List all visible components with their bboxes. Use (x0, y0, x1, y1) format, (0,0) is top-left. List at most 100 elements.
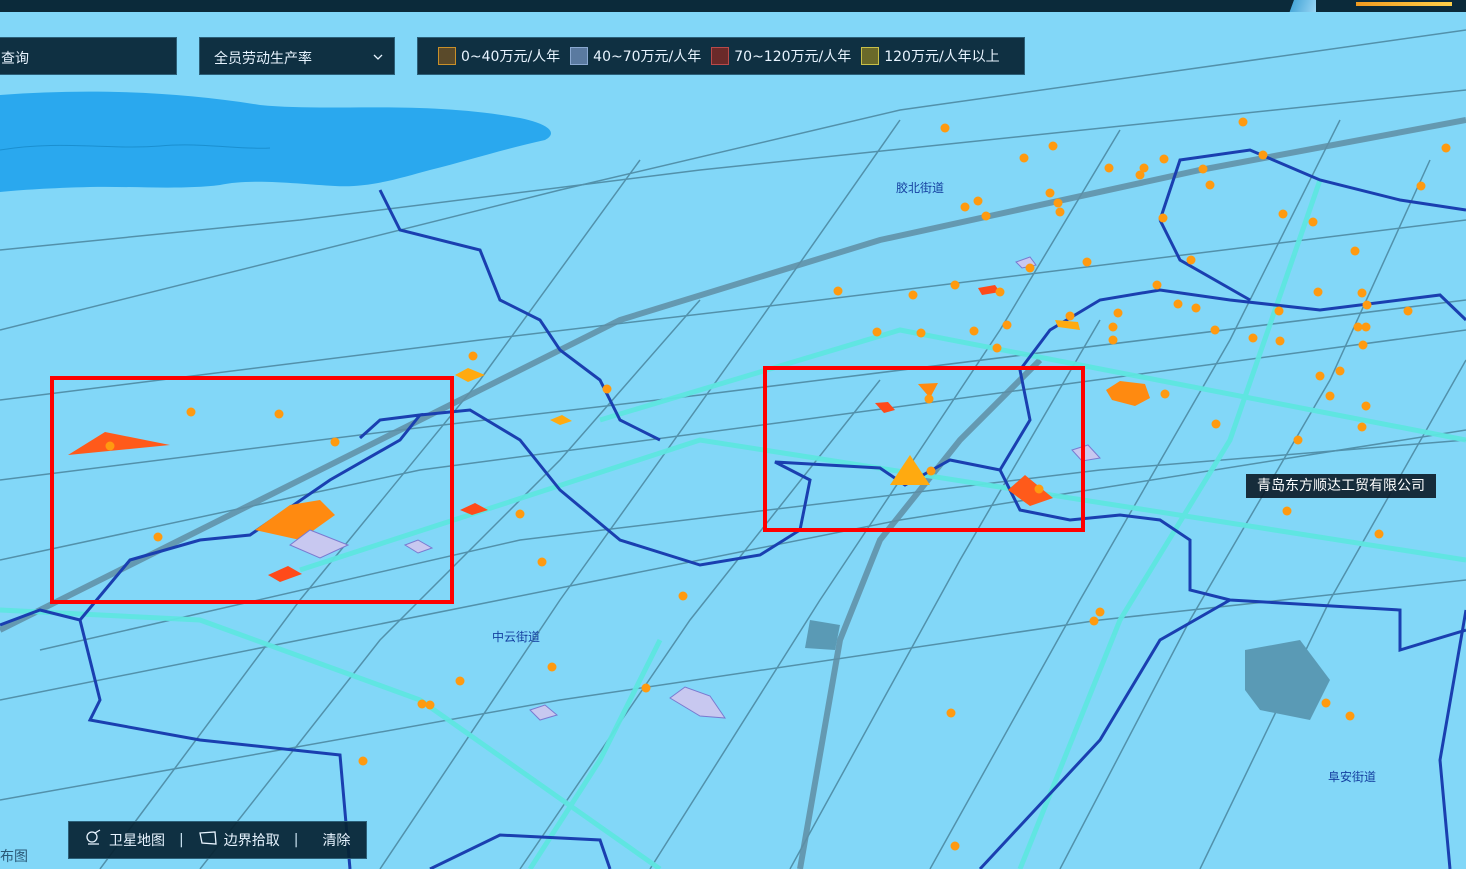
enterprise-point[interactable] (1210, 325, 1220, 335)
enterprise-point[interactable] (455, 676, 465, 686)
enterprise-point[interactable] (425, 700, 435, 710)
enterprise-point[interactable] (1055, 207, 1065, 217)
enterprise-point[interactable] (1104, 163, 1114, 173)
enterprise-point[interactable] (1095, 607, 1105, 617)
enterprise-point[interactable] (924, 394, 934, 404)
enterprise-point[interactable] (1045, 188, 1055, 198)
enterprise-point[interactable] (1160, 389, 1170, 399)
enterprise-point[interactable] (153, 532, 163, 542)
legend-label: 120万元/人年以上 (884, 49, 1000, 65)
enterprise-point[interactable] (678, 591, 688, 601)
satellite-map-button[interactable]: 卫星地图 (85, 829, 165, 851)
enterprise-point[interactable] (1048, 141, 1058, 151)
enterprise-point[interactable] (1034, 484, 1044, 494)
enterprise-point[interactable] (1108, 335, 1118, 345)
enterprise-point[interactable] (1089, 616, 1099, 626)
enterprise-point[interactable] (1025, 263, 1035, 273)
enterprise-point[interactable] (1205, 180, 1215, 190)
enterprise-point[interactable] (1019, 153, 1029, 163)
enterprise-point[interactable] (1357, 288, 1367, 298)
enterprise-point[interactable] (1274, 306, 1284, 316)
enterprise-point[interactable] (1082, 257, 1092, 267)
enterprise-point[interactable] (1325, 391, 1335, 401)
enterprise-point[interactable] (1108, 322, 1118, 332)
enterprise-point[interactable] (1258, 150, 1268, 160)
enterprise-point[interactable] (1053, 198, 1063, 208)
company-popup[interactable]: 青岛东方顺达工贸有限公司 (1246, 474, 1436, 498)
enterprise-point[interactable] (105, 441, 115, 451)
enterprise-point[interactable] (1357, 422, 1367, 432)
legend: 0~40万元/人年 40~70万元/人年 70~120万元/人年 120万元/人… (417, 37, 1025, 75)
enterprise-point[interactable] (330, 437, 340, 447)
enterprise-point[interactable] (515, 509, 525, 519)
enterprise-point[interactable] (468, 351, 478, 361)
enterprise-point[interactable] (833, 286, 843, 296)
enterprise-point[interactable] (1238, 117, 1248, 127)
enterprise-point[interactable] (1315, 371, 1325, 381)
enterprise-point[interactable] (537, 557, 547, 567)
map-canvas[interactable] (0, 0, 1466, 869)
enterprise-point[interactable] (641, 683, 651, 693)
enterprise-point[interactable] (417, 699, 427, 709)
enterprise-point[interactable] (1065, 311, 1075, 321)
enterprise-point[interactable] (274, 409, 284, 419)
enterprise-point[interactable] (358, 756, 368, 766)
enterprise-point[interactable] (1350, 246, 1360, 256)
satellite-map-label: 卫星地图 (109, 833, 165, 849)
enterprise-point[interactable] (1321, 698, 1331, 708)
indicator-select[interactable]: 全员劳动生产率 (199, 37, 395, 75)
enterprise-point[interactable] (547, 662, 557, 672)
enterprise-point[interactable] (186, 407, 196, 417)
enterprise-point[interactable] (908, 290, 918, 300)
enterprise-point[interactable] (1361, 401, 1371, 411)
enterprise-point[interactable] (926, 466, 936, 476)
legend-item: 0~40万元/人年 (438, 46, 560, 66)
enterprise-point[interactable] (960, 202, 970, 212)
district-label: 胶北街道 (896, 181, 945, 195)
enterprise-point[interactable] (1308, 217, 1318, 227)
enterprise-point[interactable] (1135, 170, 1145, 180)
enterprise-point[interactable] (1335, 366, 1345, 376)
enterprise-point[interactable] (950, 280, 960, 290)
enterprise-point[interactable] (1275, 336, 1285, 346)
enterprise-point[interactable] (940, 123, 950, 133)
enterprise-point[interactable] (1152, 280, 1162, 290)
enterprise-point[interactable] (602, 384, 612, 394)
clear-label: 清除 (322, 833, 351, 849)
enterprise-point[interactable] (995, 287, 1005, 297)
enterprise-point[interactable] (1002, 320, 1012, 330)
enterprise-point[interactable] (1198, 164, 1208, 174)
boundary-pick-button[interactable]: 边界拾取 (198, 830, 280, 850)
clear-button[interactable]: 清除 (322, 830, 350, 850)
enterprise-point[interactable] (1374, 529, 1384, 539)
enterprise-point[interactable] (1361, 322, 1371, 332)
enterprise-point[interactable] (1186, 255, 1196, 265)
enterprise-point[interactable] (1113, 308, 1123, 318)
enterprise-point[interactable] (1403, 306, 1413, 316)
enterprise-point[interactable] (1191, 303, 1201, 313)
enterprise-point[interactable] (1282, 506, 1292, 516)
enterprise-point[interactable] (1159, 154, 1169, 164)
enterprise-point[interactable] (1173, 299, 1183, 309)
enterprise-point[interactable] (916, 328, 926, 338)
enterprise-point[interactable] (1293, 435, 1303, 445)
enterprise-point[interactable] (1158, 213, 1168, 223)
enterprise-point[interactable] (1345, 711, 1355, 721)
enterprise-point[interactable] (973, 196, 983, 206)
enterprise-point[interactable] (1358, 340, 1368, 350)
enterprise-point[interactable] (1248, 333, 1258, 343)
enterprise-point[interactable] (1441, 143, 1451, 153)
enterprise-point[interactable] (950, 841, 960, 851)
enterprise-point[interactable] (981, 211, 991, 221)
search-button[interactable]: 查询 (0, 37, 177, 75)
enterprise-point[interactable] (969, 326, 979, 336)
enterprise-point[interactable] (1278, 209, 1288, 219)
enterprise-point[interactable] (1211, 419, 1221, 429)
enterprise-point[interactable] (992, 343, 1002, 353)
enterprise-point[interactable] (872, 327, 882, 337)
enterprise-point[interactable] (1416, 181, 1426, 191)
enterprise-point[interactable] (1353, 322, 1363, 332)
enterprise-point[interactable] (946, 708, 956, 718)
enterprise-point[interactable] (1313, 287, 1323, 297)
enterprise-point[interactable] (1362, 300, 1372, 310)
